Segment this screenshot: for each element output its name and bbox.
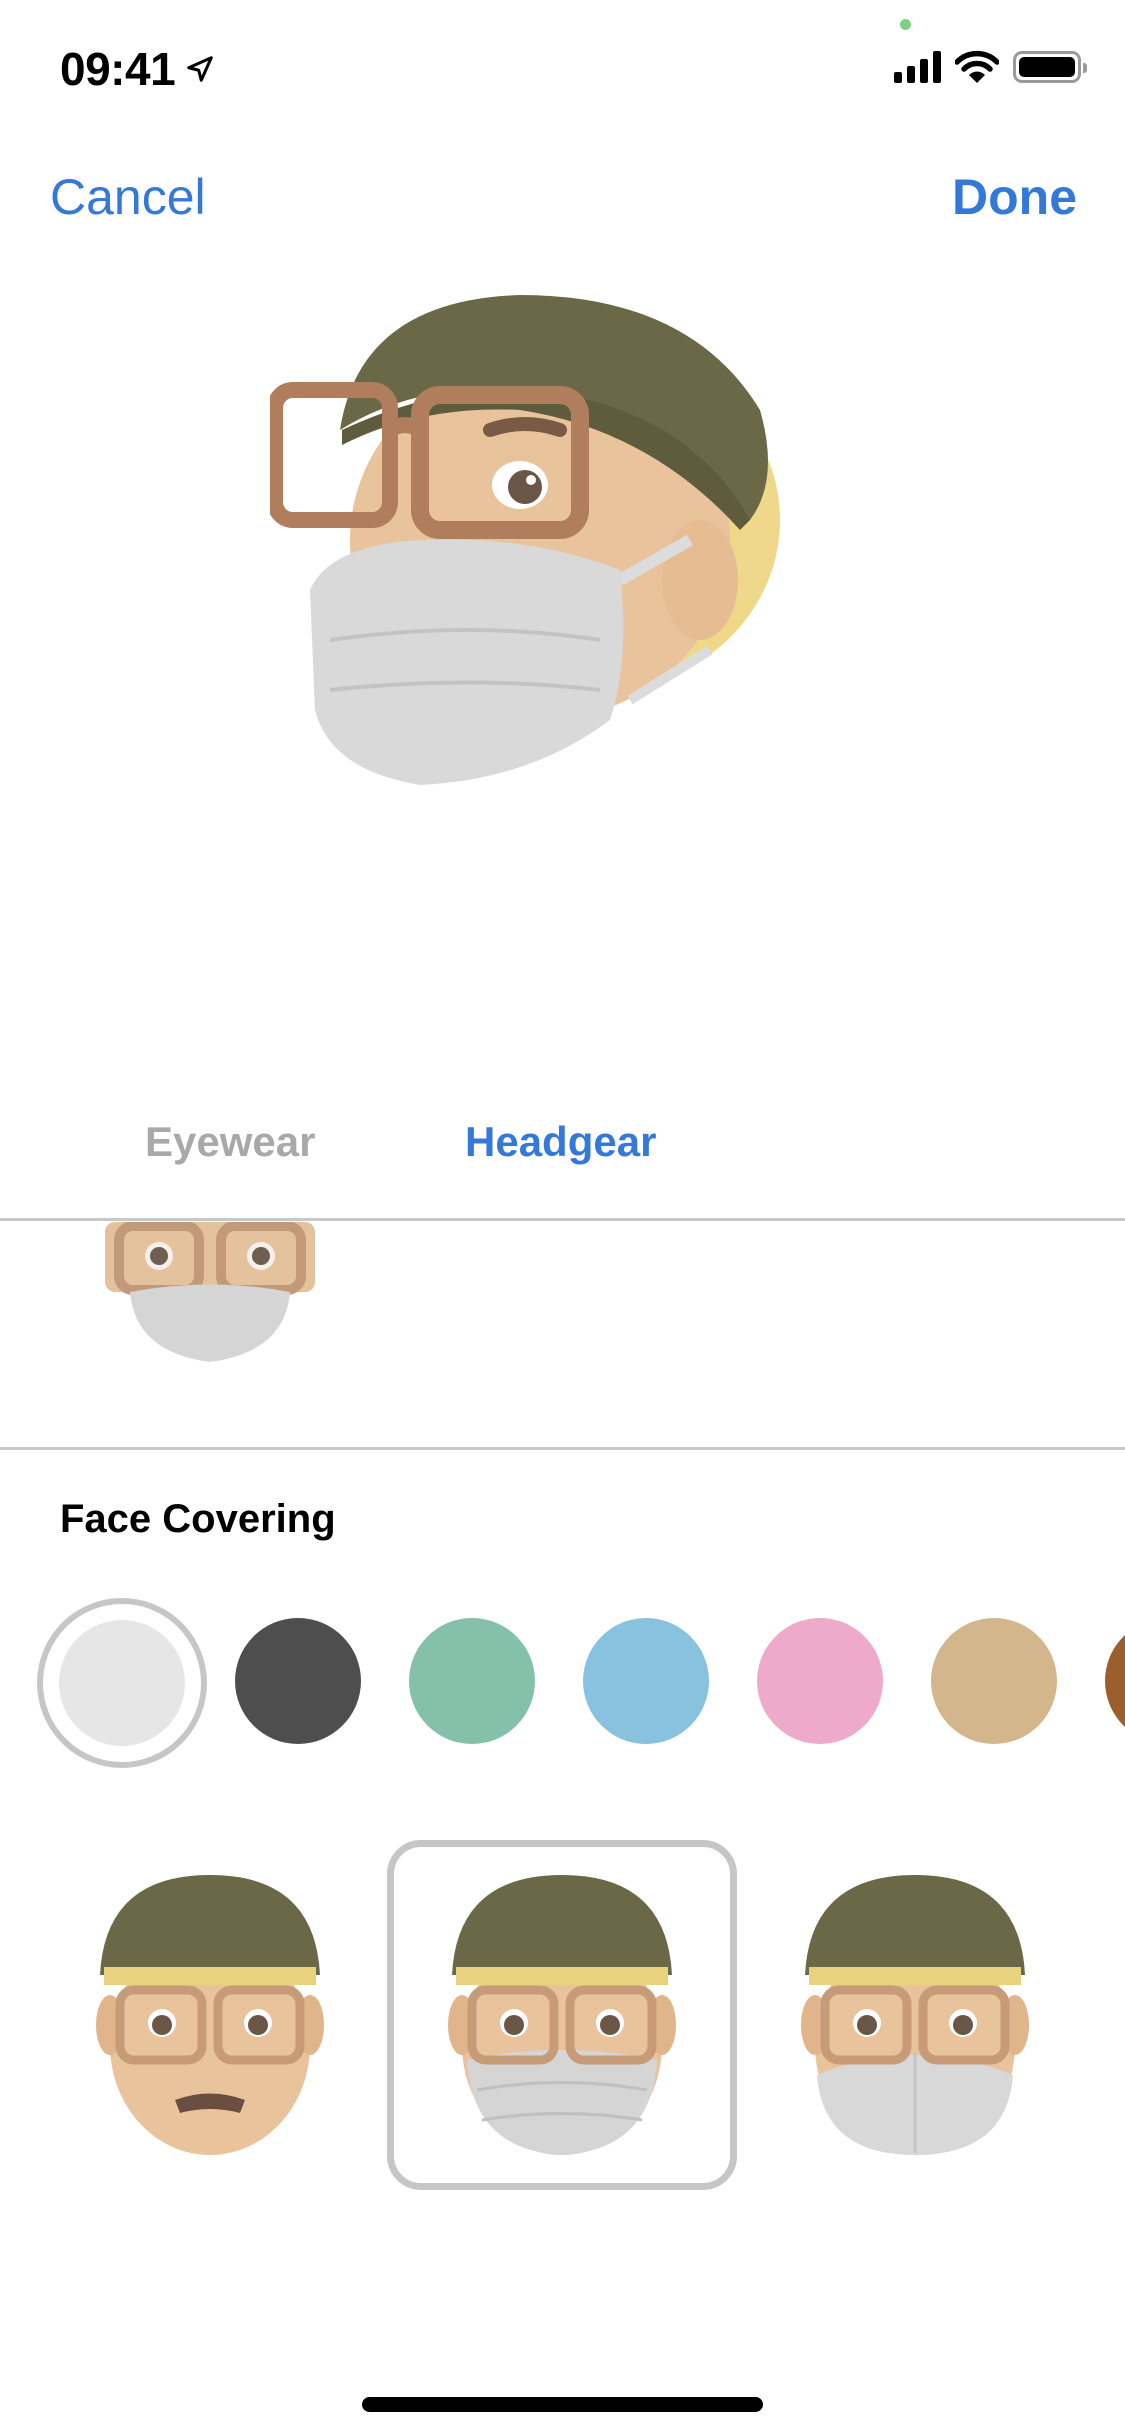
- memoji-option-n95-mask: [801, 1875, 1029, 2155]
- memoji-option-cloth-mask: [448, 1875, 676, 2155]
- tab-eyewear[interactable]: Eyewear: [145, 1118, 315, 1166]
- wifi-icon: [955, 50, 999, 83]
- color-swatch-dark-gray[interactable]: [235, 1618, 361, 1744]
- tab-headgear[interactable]: Headgear: [465, 1118, 656, 1166]
- camera-in-use-indicator: [900, 19, 911, 30]
- battery-icon: [1013, 51, 1087, 83]
- color-swatch-teal[interactable]: [409, 1618, 535, 1744]
- section-title-face-covering: Face Covering: [60, 1497, 336, 1541]
- divider-bottom: [0, 1447, 1125, 1450]
- status-icons: [894, 50, 1087, 84]
- color-swatch-light-gray[interactable]: [37, 1598, 207, 1768]
- location-arrow-icon: [187, 56, 213, 82]
- face-covering-color-picker: [0, 1598, 1125, 1768]
- done-button[interactable]: Done: [952, 168, 1077, 226]
- color-swatch-blue[interactable]: [583, 1618, 709, 1744]
- home-indicator[interactable]: [362, 2397, 763, 2412]
- status-time: 09:41: [60, 42, 215, 96]
- color-swatch-tan[interactable]: [931, 1618, 1057, 1744]
- memoji-preview: [267, 280, 790, 800]
- memoji-thumbnail: [105, 1222, 315, 1362]
- face-covering-option-none[interactable]: [35, 1840, 385, 2190]
- cancel-button[interactable]: Cancel: [50, 168, 206, 226]
- face-covering-option-n95-mask[interactable]: [740, 1840, 1090, 2190]
- category-tabs: Eyewear Headgear: [0, 1118, 1125, 1178]
- clock: 09:41: [60, 43, 176, 95]
- face-covering-option-cloth-mask[interactable]: [387, 1840, 737, 2190]
- divider-top: [0, 1218, 1125, 1221]
- memoji-option-mustache: [96, 1875, 324, 2155]
- headgear-thumbnail-partial[interactable]: [105, 1222, 315, 1362]
- color-swatch-brown[interactable]: [1105, 1618, 1125, 1744]
- color-swatch-pink[interactable]: [757, 1618, 883, 1744]
- memoji-head-illustration: [267, 295, 780, 785]
- cellular-signal-icon: [894, 51, 941, 83]
